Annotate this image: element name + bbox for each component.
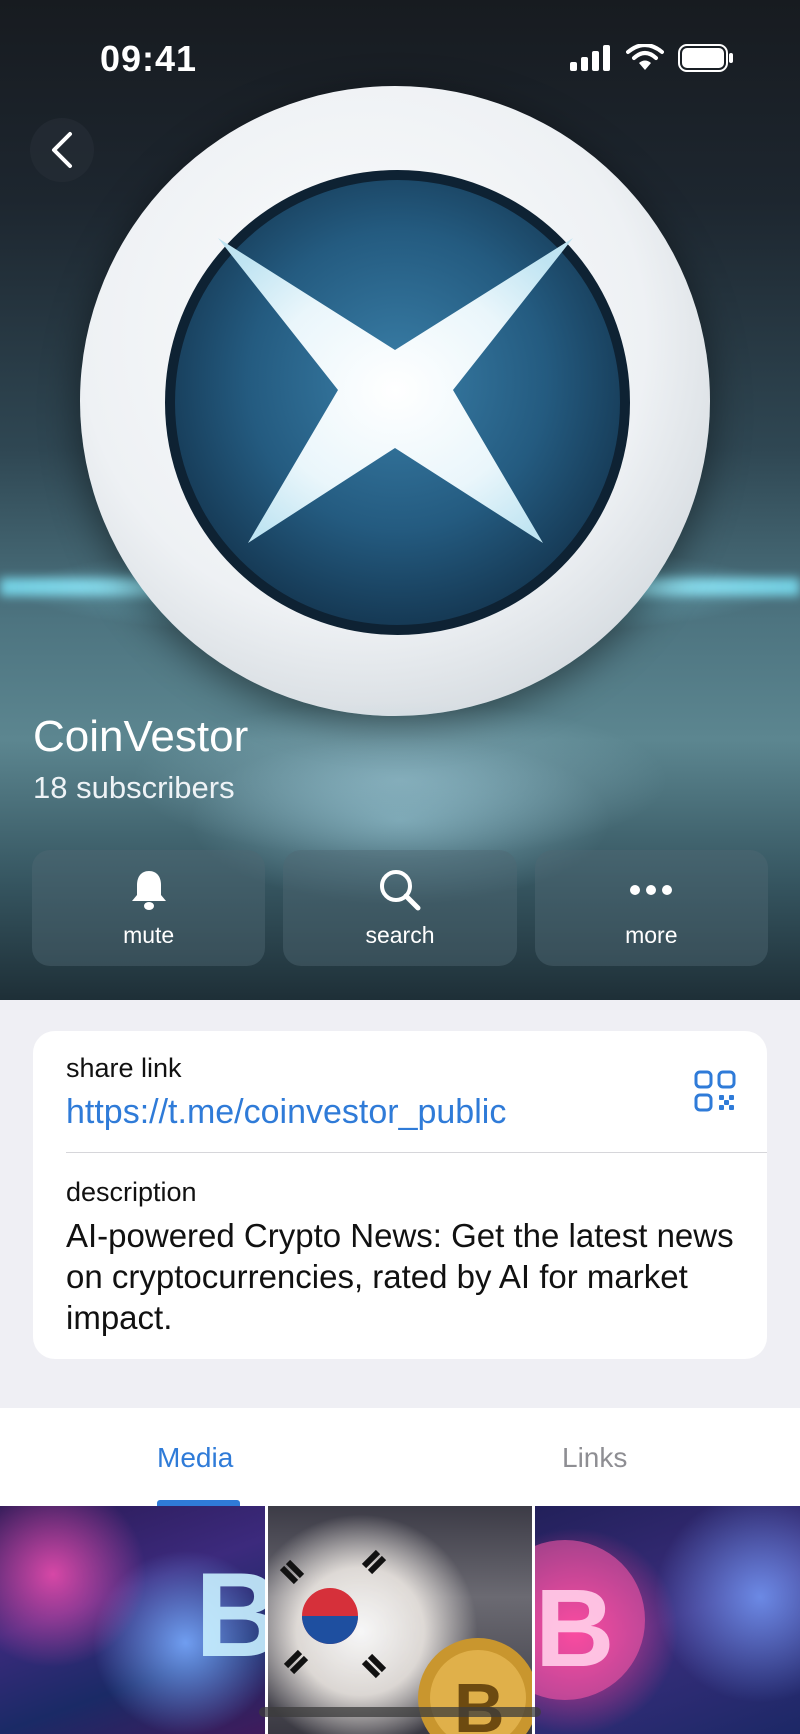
channel-name: CoinVestor [33,712,249,761]
tab-media[interactable]: Media [157,1442,233,1474]
more-label: more [625,921,678,948]
share-link-url[interactable]: https://t.me/coinvestor_public [66,1093,506,1132]
description-text: AI-powered Crypto News: Get the latest n… [66,1217,734,1336]
mute-button[interactable]: mute [32,850,266,966]
action-bar: mute search more [32,850,768,966]
media-grid: B B B [0,1506,800,1734]
back-button[interactable] [30,118,94,182]
home-indicator[interactable] [259,1707,541,1717]
chevron-left-icon [52,132,72,168]
svg-text:B: B [195,1548,265,1682]
media-thumbnail[interactable]: B [535,1506,800,1734]
more-icon [630,884,673,895]
status-icons [570,44,734,72]
info-card: share link https://t.me/coinvestor_publi… [33,1031,767,1359]
signal-icon [570,45,610,71]
description-label: description [66,1177,197,1207]
media-thumbnail[interactable]: B [267,1506,533,1734]
search-icon [379,869,421,910]
tab-links[interactable]: Links [562,1442,627,1474]
card-divider [66,1152,767,1153]
share-link-label: share link [66,1053,182,1083]
bitcoin-symbol-icon: B [195,1548,265,1682]
x-logo-icon [218,238,573,543]
channel-header: 09:41 CoinVestor 18 subscribers mute sea… [0,0,800,1000]
subscriber-count: 18 subscribers [33,770,235,805]
bell-icon [131,870,166,910]
status-time: 09:41 [100,38,198,79]
wifi-icon [626,44,664,70]
content-tabs: Media Links [0,1408,800,1506]
qr-code-icon[interactable] [693,1069,737,1113]
flag-and-coin-image: B [279,1549,533,1734]
svg-text:B: B [535,1567,614,1690]
media-thumbnail[interactable]: B [0,1506,265,1734]
battery-icon [678,44,733,72]
search-button[interactable]: search [283,850,517,966]
search-label: search [365,921,435,948]
svg-text:B: B [454,1669,505,1734]
mute-label: mute [123,921,175,948]
more-button[interactable]: more [534,850,768,966]
bitcoin-coin-icon: B [535,1540,646,1700]
